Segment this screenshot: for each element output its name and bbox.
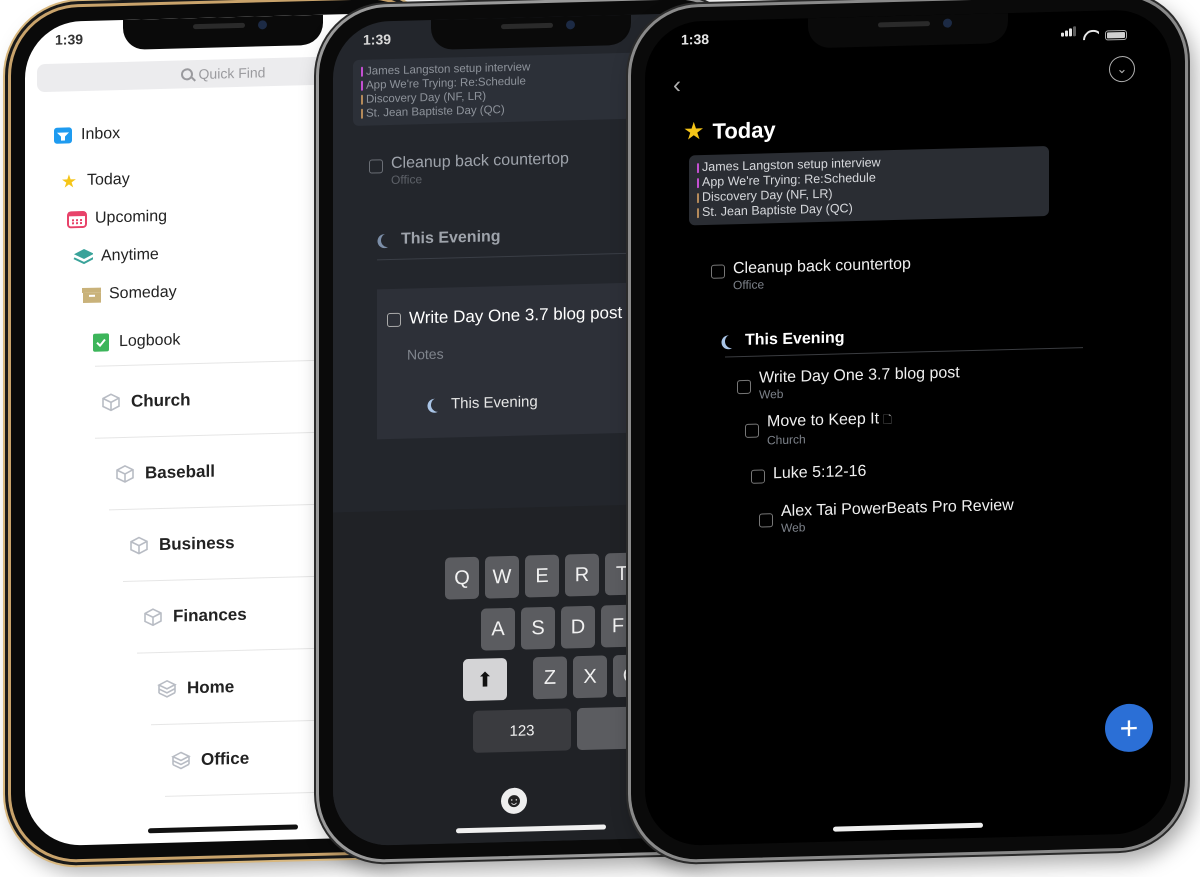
status-time: 1:39 bbox=[363, 31, 392, 48]
section-this-evening: This Evening bbox=[377, 228, 501, 249]
plus-icon: + bbox=[1119, 709, 1139, 746]
nav-label: Today bbox=[87, 170, 130, 189]
more-options-button[interactable]: ⌄ bbox=[1109, 55, 1135, 83]
area-label: Business bbox=[159, 532, 235, 554]
status-time: 1:38 bbox=[681, 30, 710, 48]
search-placeholder: Quick Find bbox=[198, 64, 266, 83]
archive-box-icon bbox=[81, 285, 101, 306]
section-this-evening: This Evening bbox=[721, 329, 845, 350]
moon-icon bbox=[379, 231, 397, 249]
emoji-key[interactable]: ☻ bbox=[501, 787, 527, 815]
key-z[interactable]: Z bbox=[533, 656, 567, 700]
key-a[interactable]: A bbox=[481, 607, 515, 651]
area-cube-icon bbox=[130, 536, 148, 554]
when-chip[interactable]: This Evening bbox=[427, 393, 538, 413]
notch bbox=[123, 14, 323, 50]
inbox-icon bbox=[53, 125, 73, 146]
task-checkbox[interactable] bbox=[751, 469, 765, 484]
area-stack-icon bbox=[171, 751, 191, 769]
task-checkbox[interactable] bbox=[737, 379, 751, 395]
area-label: Office bbox=[201, 748, 250, 769]
nav-label: Someday bbox=[109, 283, 177, 303]
key-e[interactable]: E bbox=[525, 554, 559, 598]
shift-key[interactable]: ⬆ bbox=[463, 657, 507, 702]
add-task-button[interactable]: + bbox=[1105, 703, 1153, 753]
home-indicator[interactable] bbox=[833, 822, 983, 832]
status-icons bbox=[1061, 22, 1127, 42]
calendar-events: James Langston setup interview App We're… bbox=[689, 145, 1049, 226]
screen: 1:38 ‹ ⌄ ★ Today James Langston setup in… bbox=[645, 8, 1171, 847]
when-label: This Evening bbox=[451, 393, 538, 413]
numbers-key[interactable]: 123 bbox=[473, 708, 571, 753]
key-s[interactable]: S bbox=[521, 606, 555, 650]
star-icon: ★ bbox=[60, 170, 78, 192]
task-row[interactable]: Cleanup back countertop Office bbox=[711, 256, 911, 293]
battery-icon bbox=[1105, 29, 1127, 41]
cellular-signal-icon bbox=[1061, 23, 1077, 41]
key-d[interactable]: D bbox=[561, 605, 595, 649]
nav-label: Anytime bbox=[101, 246, 159, 265]
back-button[interactable]: ‹ bbox=[673, 72, 681, 100]
key-x[interactable]: X bbox=[573, 655, 607, 699]
layers-icon bbox=[73, 247, 93, 268]
task-title: Move to Keep It bbox=[767, 410, 880, 431]
task-checkbox[interactable] bbox=[759, 513, 773, 528]
task-title: Luke 5:12-16 bbox=[773, 462, 867, 483]
calendar-icon bbox=[67, 209, 87, 230]
chevron-down-icon: ⌄ bbox=[1116, 60, 1128, 77]
area-cube-icon bbox=[144, 607, 162, 626]
task-row[interactable]: Cleanup back countertop Office bbox=[369, 150, 569, 187]
moon-icon bbox=[429, 395, 447, 413]
task-checkbox[interactable] bbox=[369, 159, 383, 174]
task-row[interactable]: Alex Tai PowerBeats Pro Review Web bbox=[759, 497, 1014, 536]
area-label: Home bbox=[187, 676, 235, 697]
task-row[interactable]: Write Day One 3.7 blog post Web bbox=[737, 364, 960, 402]
area-label: Finances bbox=[173, 604, 247, 626]
section-label: This Evening bbox=[745, 329, 845, 349]
task-checkbox[interactable] bbox=[745, 423, 759, 438]
notch bbox=[808, 13, 1008, 49]
area-label: Baseball bbox=[145, 461, 215, 482]
note-icon: 🗋 bbox=[883, 414, 892, 427]
area-label: Church bbox=[131, 389, 191, 411]
area-cube-icon bbox=[116, 464, 134, 483]
star-icon: ★ bbox=[683, 117, 705, 146]
phone-dark-today: 1:38 ‹ ⌄ ★ Today James Langston setup in… bbox=[628, 0, 1188, 865]
editing-task[interactable]: Write Day One 3.7 blog post bbox=[387, 303, 622, 329]
key-r[interactable]: R bbox=[565, 553, 599, 597]
page-title: ★ Today bbox=[683, 115, 776, 146]
task-row[interactable]: Luke 5:12-16 bbox=[751, 463, 866, 484]
key-w[interactable]: W bbox=[485, 555, 519, 599]
task-checkbox[interactable] bbox=[387, 312, 401, 328]
nav-label: Logbook bbox=[119, 331, 181, 351]
task-row[interactable]: Move to Keep It 🗋 Church bbox=[745, 410, 892, 448]
shift-arrow-icon: ⬆ bbox=[476, 668, 494, 692]
task-area: Church bbox=[767, 432, 806, 448]
nav-label: Upcoming bbox=[95, 207, 168, 227]
moon-icon bbox=[723, 332, 741, 350]
nav-label: Inbox bbox=[81, 125, 121, 144]
emoji-icon: ☻ bbox=[503, 789, 525, 812]
status-time: 1:39 bbox=[55, 31, 84, 48]
notch bbox=[431, 14, 631, 50]
area-cube-icon bbox=[102, 392, 120, 411]
task-title-input[interactable]: Write Day One 3.7 blog post bbox=[409, 303, 622, 329]
logbook-icon bbox=[91, 332, 111, 353]
area-stack-icon bbox=[157, 679, 177, 698]
search-icon bbox=[180, 68, 193, 81]
notes-field[interactable]: Notes bbox=[407, 346, 444, 363]
page-title-text: Today bbox=[712, 116, 776, 144]
task-checkbox[interactable] bbox=[711, 264, 725, 279]
key-q[interactable]: Q bbox=[445, 556, 479, 600]
wifi-icon bbox=[1083, 30, 1099, 41]
section-label: This Evening bbox=[401, 228, 501, 248]
home-indicator[interactable] bbox=[148, 824, 298, 834]
